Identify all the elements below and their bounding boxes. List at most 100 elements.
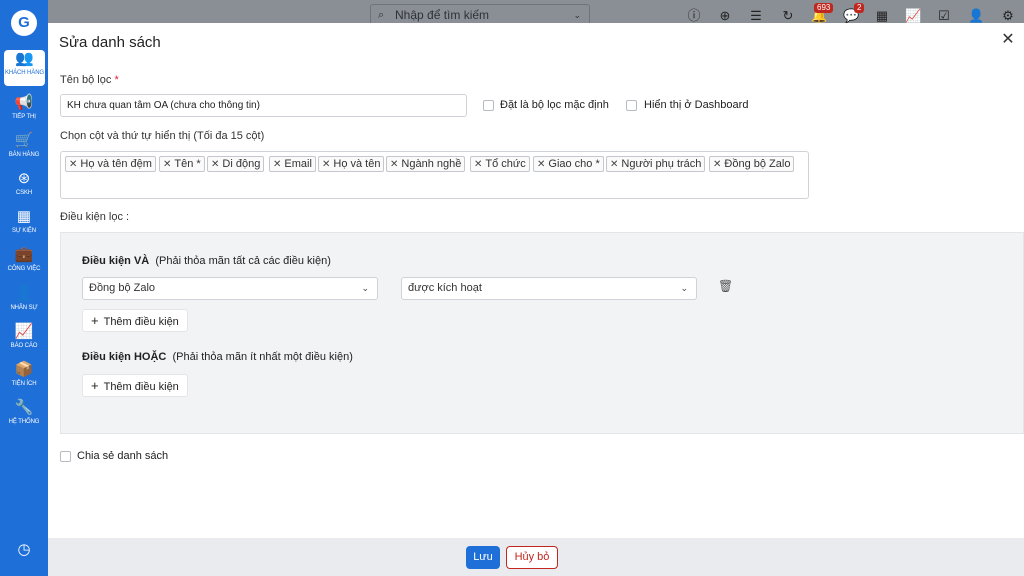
sidebar-item-events[interactable]: ▦ SỰ KIỆN	[0, 208, 48, 244]
lifebuoy-icon: ⊛	[17, 170, 31, 187]
sidebar-item-label: KHÁCH HÀNG	[4, 70, 44, 76]
column-tag-label: Di động	[222, 158, 261, 170]
chart-icon[interactable]: 📈	[905, 8, 921, 24]
sidebar-item-label: SỰ KIỆN	[11, 228, 37, 234]
close-icon[interactable]: ✕	[1000, 32, 1016, 48]
column-tag-label: Người phụ trách	[621, 158, 702, 170]
remove-tag-icon[interactable]: ✕	[474, 159, 482, 170]
sidebar-item-label: CSKH	[15, 190, 33, 196]
column-tag[interactable]: ✕ Email	[269, 156, 316, 172]
column-tag[interactable]: ✕ Người phụ trách	[606, 156, 706, 172]
filter-name-label: Tên bộ lọc *	[60, 74, 119, 86]
add-or-condition-button[interactable]: + Thêm điều kiện	[82, 374, 188, 397]
dashboard-checkbox[interactable]	[626, 100, 637, 111]
column-tag[interactable]: ✕ Ngành nghề	[386, 156, 466, 172]
sidebar-item-customers[interactable]: 👥 KHÁCH HÀNG	[4, 50, 45, 86]
chevron-down-icon: ⌄	[573, 10, 581, 20]
column-tag[interactable]: ✕ Giao cho *	[533, 156, 604, 172]
clock-icon[interactable]: ◷	[15, 541, 33, 559]
column-tag-label: Ngành nghề	[401, 158, 462, 170]
list-icon[interactable]: ☰	[748, 8, 764, 24]
or-group-header: Điều kiện HOẶC (Phải thỏa mãn ít nhất mộ…	[82, 351, 353, 363]
sidebar-item-customer-care[interactable]: ⊛ CSKH	[0, 170, 48, 206]
filter-name-input[interactable]: KH chưa quan tâm OA (chưa cho thông tin)	[60, 94, 467, 117]
and-group-title: Điều kiện VÀ	[82, 255, 150, 267]
remove-tag-icon[interactable]: ✕	[322, 159, 330, 170]
column-tag-label: Họ và tên	[333, 158, 381, 170]
condition-value-text: được kích hoạt	[408, 282, 482, 294]
column-tag-label: Họ và tên đệm	[80, 158, 152, 170]
remove-tag-icon[interactable]: ✕	[163, 159, 171, 170]
save-button[interactable]: Lưu	[466, 546, 500, 569]
briefcase-icon: 💼	[14, 246, 34, 263]
search-placeholder: Nhập để tìm kiếm	[395, 8, 490, 22]
sidebar-item-label: NHÂN SỰ	[10, 305, 38, 311]
refresh-icon[interactable]: ↻	[780, 8, 796, 24]
notifications-badge: 693	[814, 3, 834, 13]
person-icon: 👤	[14, 285, 34, 302]
remove-tag-icon[interactable]: ✕	[69, 159, 77, 170]
wrench-icon: 🔧	[14, 399, 34, 416]
info-icon[interactable]: ⓘ	[686, 8, 702, 24]
column-tag-label: Giao cho *	[548, 158, 600, 170]
cancel-button[interactable]: Hủy bỏ	[506, 546, 558, 569]
app-logo[interactable]: G	[11, 10, 37, 36]
required-mark: *	[114, 74, 119, 86]
column-tag[interactable]: ✕ Di động	[207, 156, 265, 172]
remove-tag-icon[interactable]: ✕	[390, 159, 398, 170]
search-icon: ⌕	[378, 9, 385, 21]
conditions-label: Điều kiện lọc :	[60, 211, 130, 223]
plus-icon: +	[91, 313, 99, 328]
sidebar-item-utilities[interactable]: 📦 TIỆN ÍCH	[0, 361, 48, 397]
edit-list-modal: Sửa danh sách ✕ Tên bộ lọc * KH chưa qua…	[48, 23, 1024, 576]
column-tag[interactable]: ✕ Tên *	[159, 156, 205, 172]
or-group-hint: (Phải thỏa mãn ít nhất một điều kiện)	[172, 351, 353, 363]
users-icon: 👥	[15, 50, 34, 67]
modal-footer: Lưu Hủy bỏ	[48, 538, 1024, 576]
calendar-top-icon[interactable]: ▦	[874, 8, 890, 24]
columns-label: Chọn cột và thứ tự hiển thị (Tối đa 15 c…	[60, 130, 265, 142]
boxes-icon: 📦	[14, 361, 34, 378]
column-tag[interactable]: ✕ Tổ chức	[470, 156, 530, 172]
remove-tag-icon[interactable]: ✕	[211, 159, 219, 170]
sidebar-item-reports[interactable]: 📈 BÁO CÁO	[0, 323, 48, 359]
column-tag[interactable]: ✕ Đồng bộ Zalo	[709, 156, 795, 172]
default-filter-checkbox[interactable]	[483, 100, 494, 111]
remove-tag-icon[interactable]: ✕	[610, 159, 618, 170]
share-list-checkbox[interactable]	[60, 451, 71, 462]
remove-tag-icon[interactable]: ✕	[713, 159, 721, 170]
add-condition-label: Thêm điều kiện	[103, 316, 179, 328]
checkbox-icon[interactable]: ☑	[936, 8, 952, 24]
columns-tag-input[interactable]: ✕ Họ và tên đệm ✕ Tên * ✕ Di động ✕ Email ✕ H…	[60, 151, 809, 199]
condition-value-select[interactable]: được kích hoạt ⌄	[401, 277, 697, 300]
megaphone-icon: 📢	[14, 94, 34, 111]
filter-name-label-text: Tên bộ lọc	[60, 74, 112, 86]
sidebar-item-label: TIẾP THỊ	[12, 114, 36, 120]
column-tag[interactable]: ✕ Họ và tên	[318, 156, 385, 172]
add-icon[interactable]: ⊕	[717, 8, 733, 24]
trash-icon[interactable]: 🗑	[718, 279, 733, 293]
sidebar-item-sales[interactable]: 🛒 BÁN HÀNG	[0, 132, 48, 168]
gear-icon[interactable]: ⚙	[1000, 8, 1016, 24]
sidebar-item-label: CÔNG VIỆC	[7, 266, 41, 272]
column-tag-label: Tên *	[174, 158, 201, 170]
remove-tag-icon[interactable]: ✕	[537, 159, 545, 170]
calendar-icon: ▦	[16, 208, 32, 225]
sidebar-item-system[interactable]: 🔧 HỆ THỐNG	[0, 399, 48, 435]
sidebar-item-label: TIỆN ÍCH	[11, 381, 37, 387]
sidebar-item-hr[interactable]: 👤 NHÂN SỰ	[0, 285, 48, 321]
remove-tag-icon[interactable]: ✕	[273, 159, 281, 170]
sidebar: G 👥 KHÁCH HÀNG 📢 TIẾP THỊ 🛒 BÁN HÀNG ⊛ C…	[0, 0, 48, 576]
chevron-down-icon: ⌄	[361, 283, 369, 293]
sidebar-item-marketing[interactable]: 📢 TIẾP THỊ	[0, 94, 48, 130]
column-tag[interactable]: ✕ Họ và tên đệm	[65, 156, 156, 172]
user-icon[interactable]: 👤	[968, 8, 984, 24]
condition-field-select[interactable]: Đồng bộ Zalo ⌄	[82, 277, 378, 300]
plus-icon: +	[91, 378, 99, 393]
add-and-condition-button[interactable]: + Thêm điều kiện	[82, 309, 188, 332]
sidebar-item-tasks[interactable]: 💼 CÔNG VIỆC	[0, 246, 48, 282]
and-group-header: Điều kiện VÀ (Phải thỏa mãn tất cả các đ…	[82, 255, 331, 267]
report-icon: 📈	[14, 323, 34, 340]
cart-icon: 🛒	[14, 132, 34, 149]
sidebar-item-label: BÁN HÀNG	[8, 152, 40, 158]
